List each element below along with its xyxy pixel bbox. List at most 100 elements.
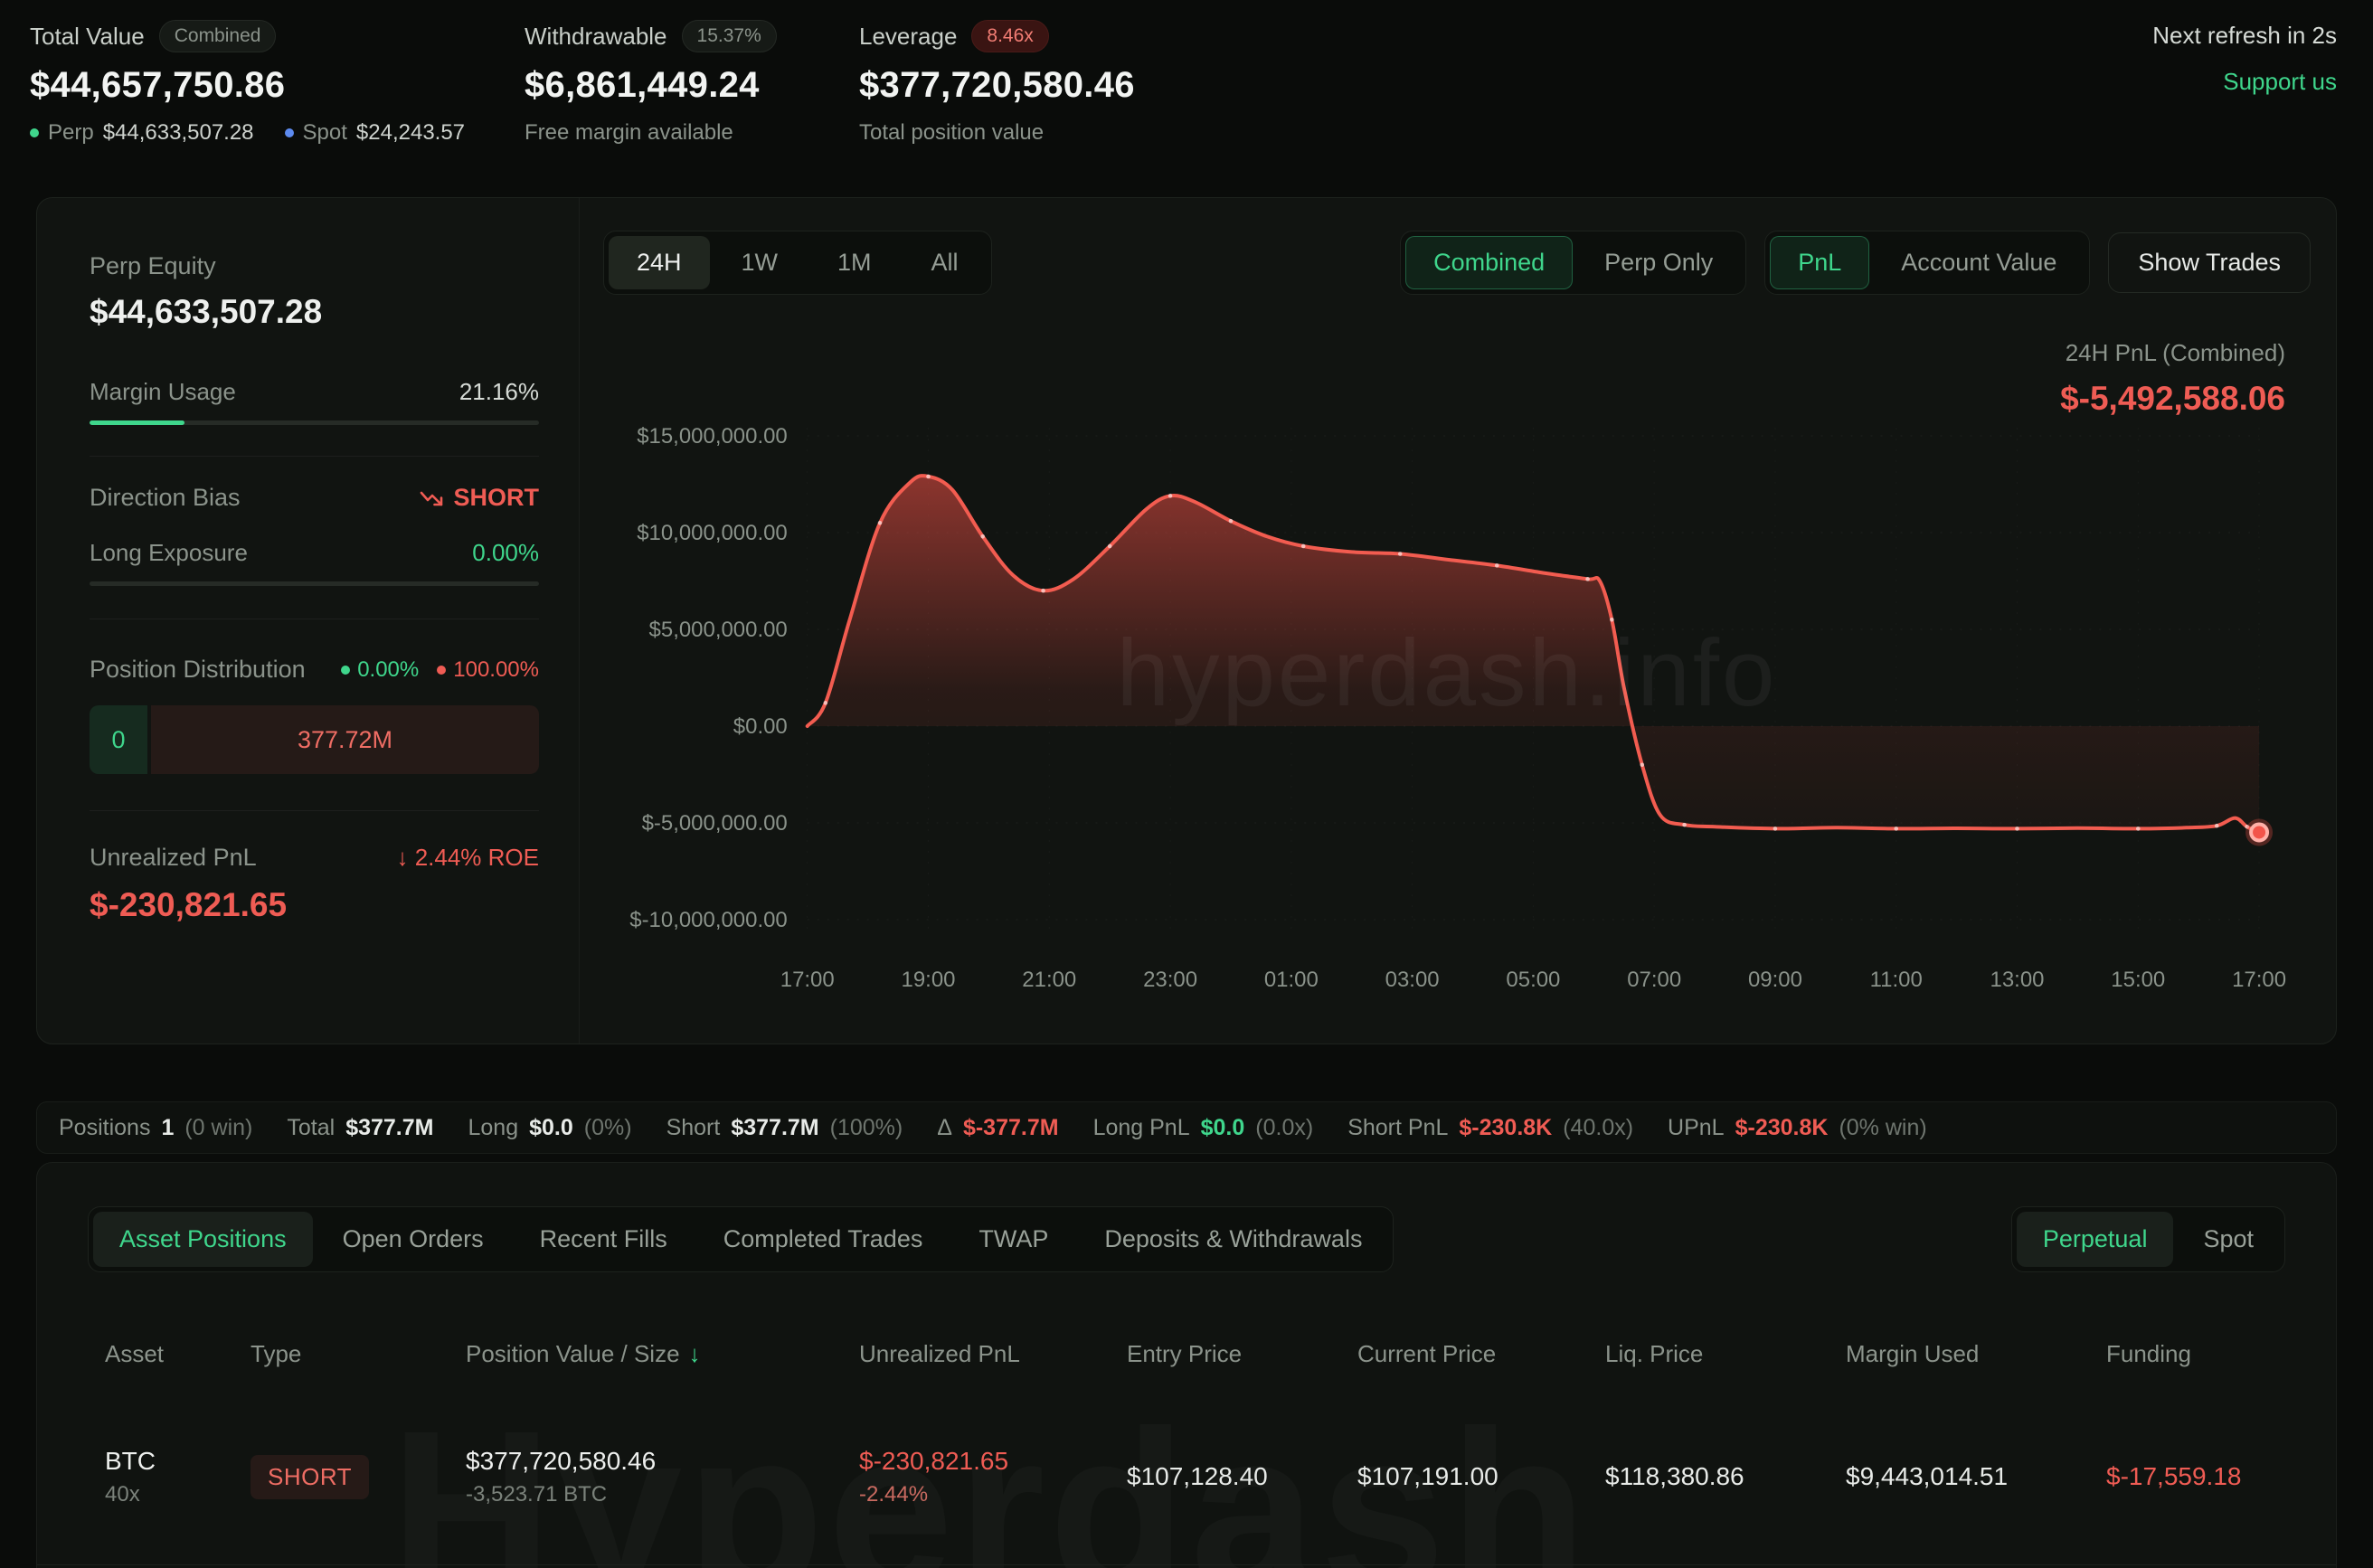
svg-text:$-10,000,000.00: $-10,000,000.00 [629, 908, 788, 932]
leverage-label: Leverage [859, 23, 957, 51]
svg-text:15:00: 15:00 [2111, 968, 2165, 992]
tab-1m[interactable]: 1M [809, 236, 900, 289]
metric-tabs: PnL Account Value [1764, 231, 2090, 295]
perp-label: Perp [48, 120, 94, 146]
svg-text:19:00: 19:00 [902, 968, 956, 992]
summary-short-pnl-x: (40.0x) [1563, 1115, 1633, 1141]
summary-long-value: $0.0 [529, 1115, 573, 1141]
withdrawable-label: Withdrawable [525, 23, 667, 51]
summary-long-pct: (0%) [584, 1115, 632, 1141]
unrealized-pnl-value: $-230,821.65 [90, 886, 539, 924]
withdrawable-pct-badge: 15.37% [682, 20, 777, 52]
tab-1w[interactable]: 1W [714, 236, 807, 289]
long-exposure-value: 0.00% [472, 539, 539, 567]
arrow-down-icon: ↓ [396, 844, 414, 871]
summary-upnl-value: $-230.8K [1735, 1115, 1829, 1141]
tab-deposits-withdrawals[interactable]: Deposits & Withdrawals [1078, 1212, 1388, 1267]
tab-24h[interactable]: 24H [609, 236, 710, 289]
svg-text:09:00: 09:00 [1748, 968, 1802, 992]
summary-total-label: Total [287, 1115, 335, 1141]
col-liq-price[interactable]: Liq. Price [1605, 1340, 1846, 1368]
mode-tabs: Combined Perp Only [1400, 231, 1746, 295]
chart-pane: 24H 1W 1M All Combined Perp Only PnL Acc… [580, 198, 2336, 1044]
row-unrealized-pnl: $-230,821.65 [859, 1447, 1127, 1476]
withdrawable-value: $6,861,449.24 [525, 65, 777, 106]
tab-all[interactable]: All [903, 236, 987, 289]
pnl-chart-svg: $15,000,000.00$10,000,000.00$5,000,000.0… [580, 415, 2314, 1003]
col-asset[interactable]: Asset [105, 1340, 251, 1368]
short-dist-dot-icon [437, 666, 446, 675]
col-position-value[interactable]: Position Value / Size↓ [466, 1340, 859, 1368]
positions-summary-bar: Positions1(0 win) Total$377.7M Long$0.0(… [36, 1101, 2337, 1154]
svg-text:11:00: 11:00 [1870, 968, 1923, 992]
tab-open-orders[interactable]: Open Orders [317, 1212, 510, 1267]
svg-text:21:00: 21:00 [1022, 968, 1076, 992]
positions-tabs: Asset Positions Open Orders Recent Fills… [88, 1206, 1394, 1272]
positions-panel: Hyperdash Asset Positions Open Orders Re… [36, 1162, 2337, 1568]
total-value-block: Total Value Combined $44,657,750.86 Perp… [30, 20, 465, 146]
show-trades-button[interactable]: Show Trades [2108, 232, 2311, 293]
summary-short-pnl-label: Short PnL [1347, 1115, 1448, 1141]
tab-perp-only[interactable]: Perp Only [1576, 236, 1741, 289]
summary-positions-win: (0 win) [184, 1115, 252, 1141]
withdrawable-block: Withdrawable 15.37% $6,861,449.24 Free m… [525, 20, 777, 146]
svg-text:17:00: 17:00 [780, 968, 835, 992]
col-unrealized-pnl[interactable]: Unrealized PnL [859, 1340, 1127, 1368]
support-us-link[interactable]: Support us [2152, 68, 2337, 96]
total-value: $44,657,750.86 [30, 65, 465, 106]
row-unrealized-pnl-pct: -2.44% [859, 1482, 1127, 1507]
summary-upnl-win: (0% win) [1839, 1115, 1926, 1141]
long-exposure-label: Long Exposure [90, 539, 248, 567]
table-row[interactable]: BTC 40x SHORT $377,720,580.46 -3,523.71 … [37, 1418, 2336, 1535]
tab-completed-trades[interactable]: Completed Trades [697, 1212, 950, 1267]
col-entry-price[interactable]: Entry Price [1127, 1340, 1357, 1368]
margin-usage-label: Margin Usage [90, 378, 236, 406]
positions-table-header: Asset Type Position Value / Size↓ Unreal… [37, 1340, 2336, 1368]
svg-text:23:00: 23:00 [1143, 968, 1197, 992]
row-funding: $-17,559.18 [2106, 1462, 2291, 1491]
row-liq-price: $118,380.86 [1605, 1462, 1846, 1491]
sort-desc-icon: ↓ [689, 1340, 701, 1367]
short-badge: SHORT [251, 1455, 369, 1499]
summary-upnl-label: UPnL [1668, 1115, 1725, 1141]
margin-usage-value: 21.16% [459, 378, 539, 406]
col-funding[interactable]: Funding [2106, 1340, 2291, 1368]
col-current-price[interactable]: Current Price [1357, 1340, 1605, 1368]
direction-bias-label: Direction Bias [90, 484, 241, 512]
svg-text:17:00: 17:00 [2232, 968, 2286, 992]
summary-long-pnl-value: $0.0 [1201, 1115, 1245, 1141]
combined-badge: Combined [159, 20, 277, 52]
time-range-tabs: 24H 1W 1M All [603, 231, 992, 295]
withdrawable-sub: Free margin available [525, 120, 733, 146]
svg-text:$5,000,000.00: $5,000,000.00 [649, 618, 788, 642]
tab-pnl[interactable]: PnL [1770, 236, 1869, 289]
summary-short-pct: (100%) [830, 1115, 903, 1141]
long-distribution-segment: 0 [90, 705, 147, 774]
position-distribution-label: Position Distribution [90, 656, 306, 684]
col-margin-used[interactable]: Margin Used [1846, 1340, 2106, 1368]
spot-label: Spot [303, 120, 347, 146]
tab-perpetual[interactable]: Perpetual [2017, 1212, 2174, 1267]
tab-account-value[interactable]: Account Value [1873, 236, 2085, 289]
row-entry-price: $107,128.40 [1127, 1462, 1357, 1491]
summary-delta-label: Δ [937, 1115, 952, 1141]
svg-text:$10,000,000.00: $10,000,000.00 [637, 521, 788, 545]
leverage-badge: 8.46x [971, 20, 1048, 52]
tab-spot[interactable]: Spot [2177, 1212, 2280, 1267]
tab-recent-fills[interactable]: Recent Fills [514, 1212, 694, 1267]
pnl-period-label: 24H PnL (Combined) [2060, 339, 2285, 367]
svg-text:13:00: 13:00 [1990, 968, 2045, 992]
row-leverage: 40x [105, 1482, 251, 1507]
row-margin-used: $9,443,014.51 [1846, 1462, 2106, 1491]
col-type[interactable]: Type [251, 1340, 466, 1368]
leverage-block: Leverage 8.46x $377,720,580.46 Total pos… [859, 20, 1135, 146]
perp-equity-value: $44,633,507.28 [90, 293, 539, 331]
spot-value: $24,243.57 [356, 120, 465, 146]
pnl-period-value: $-5,492,588.06 [2060, 380, 2285, 418]
account-stats-sidebar: Perp Equity $44,633,507.28 Margin Usage … [37, 198, 580, 1044]
tab-twap[interactable]: TWAP [952, 1212, 1074, 1267]
tab-asset-positions[interactable]: Asset Positions [93, 1212, 313, 1267]
pnl-chart[interactable]: hyperdash.info $15,000,000.00$10,000,000… [580, 415, 2314, 1003]
position-distribution-bar: 0 377.72M [90, 705, 539, 774]
tab-combined[interactable]: Combined [1405, 236, 1573, 289]
